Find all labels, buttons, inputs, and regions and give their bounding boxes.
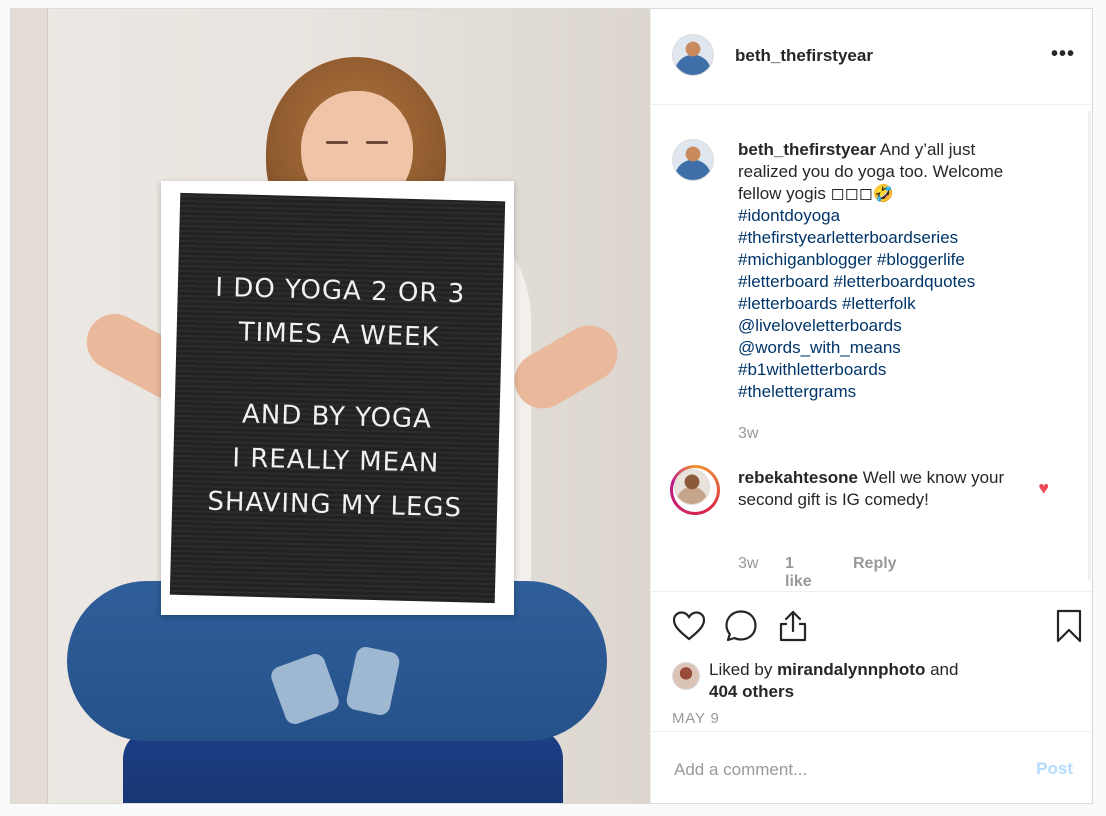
story-ring[interactable] (670, 465, 720, 515)
comment-timestamp[interactable]: 3w (738, 555, 758, 573)
hashtag-link[interactable]: #letterboards #letterfolk (738, 293, 1038, 315)
comment-icon[interactable] (721, 606, 761, 646)
post-date[interactable]: MAY 9 (672, 710, 720, 727)
likes-others-link[interactable]: 404 others (709, 682, 794, 701)
reply-button[interactable]: Reply (853, 555, 897, 573)
post-actions: Liked by mirandalynnphoto and 404 others… (651, 591, 1092, 732)
person-eye-right (366, 141, 388, 144)
share-icon[interactable] (773, 606, 813, 646)
comment-likes[interactable]: 1 like (785, 555, 812, 589)
post-comment-button[interactable]: Post (1036, 759, 1073, 779)
likes-text: Liked by mirandalynnphoto and 404 others (709, 659, 1049, 703)
hashtag-link[interactable]: #b1withletterboards (738, 359, 1038, 381)
letterboard-line: I REALLY MEAN (231, 443, 440, 479)
comments-scrollbar[interactable] (1088, 111, 1091, 581)
bookmark-icon[interactable] (1049, 606, 1089, 646)
letterboard-line: TIMES A WEEK (238, 317, 440, 353)
mention-link[interactable]: @liveloveletterboards (738, 315, 1038, 337)
caption-text: beth_thefirstyear And y’all just realize… (738, 139, 1038, 403)
caption-timestamp[interactable]: 3w (738, 425, 758, 443)
hashtag-link[interactable]: #michiganblogger #bloggerlife (738, 249, 1038, 271)
hashtag-link[interactable]: #thelettergrams (738, 381, 1038, 403)
person-eye-left (326, 141, 348, 144)
instagram-post: I DO YOGA 2 OR 3 TIMES A WEEK AND BY YOG… (10, 8, 1093, 804)
wall-edge (11, 9, 48, 803)
letterboard-line: AND BY YOGA (241, 399, 433, 435)
letterboard-line: SHAVING MY LEGS (207, 486, 463, 524)
mention-link[interactable]: @words_with_means (738, 337, 1038, 359)
hashtag-link[interactable]: #letterboard #letterboardquotes (738, 271, 1038, 293)
likes-prefix: Liked by (709, 660, 773, 679)
caption-avatar[interactable] (672, 139, 714, 181)
letterboard-text: I DO YOGA 2 OR 3 TIMES A WEEK AND BY YOG… (169, 192, 506, 604)
post-photo[interactable]: I DO YOGA 2 OR 3 TIMES A WEEK AND BY YOG… (11, 9, 650, 803)
likes-and: and (930, 660, 959, 679)
letterboard-line: I DO YOGA 2 OR 3 (214, 272, 466, 310)
post-header: beth_thefirstyear ••• (651, 9, 1092, 105)
commenter-avatar[interactable] (674, 469, 710, 505)
letterboard: I DO YOGA 2 OR 3 TIMES A WEEK AND BY YOG… (161, 181, 514, 615)
caption-username[interactable]: beth_thefirstyear (738, 140, 876, 159)
post-side-panel: beth_thefirstyear ••• beth_thefirstyear … (650, 9, 1092, 803)
add-comment-bar: Post (651, 731, 1092, 803)
commenter-username[interactable]: rebekahtesone (738, 468, 858, 487)
heart-icon[interactable] (669, 606, 709, 646)
comment-input[interactable] (672, 754, 1006, 786)
hashtag-link[interactable]: #thefirstyearletterboardseries (738, 227, 1038, 249)
liker-avatar[interactable] (672, 662, 700, 690)
hashtag-link[interactable]: #idontdoyoga (738, 205, 1038, 227)
comments-section: beth_thefirstyear And y’all just realize… (651, 105, 1092, 589)
author-username[interactable]: beth_thefirstyear (735, 46, 873, 66)
comment-text: rebekahtesone Well we know your second g… (738, 467, 1018, 511)
comment-like-heart-icon[interactable]: ♥ (1038, 478, 1049, 499)
author-avatar[interactable] (672, 34, 714, 76)
liker-username[interactable]: mirandalynnphoto (777, 660, 925, 679)
more-options-icon[interactable]: ••• (1051, 43, 1075, 66)
letterboard-gap (338, 357, 339, 395)
